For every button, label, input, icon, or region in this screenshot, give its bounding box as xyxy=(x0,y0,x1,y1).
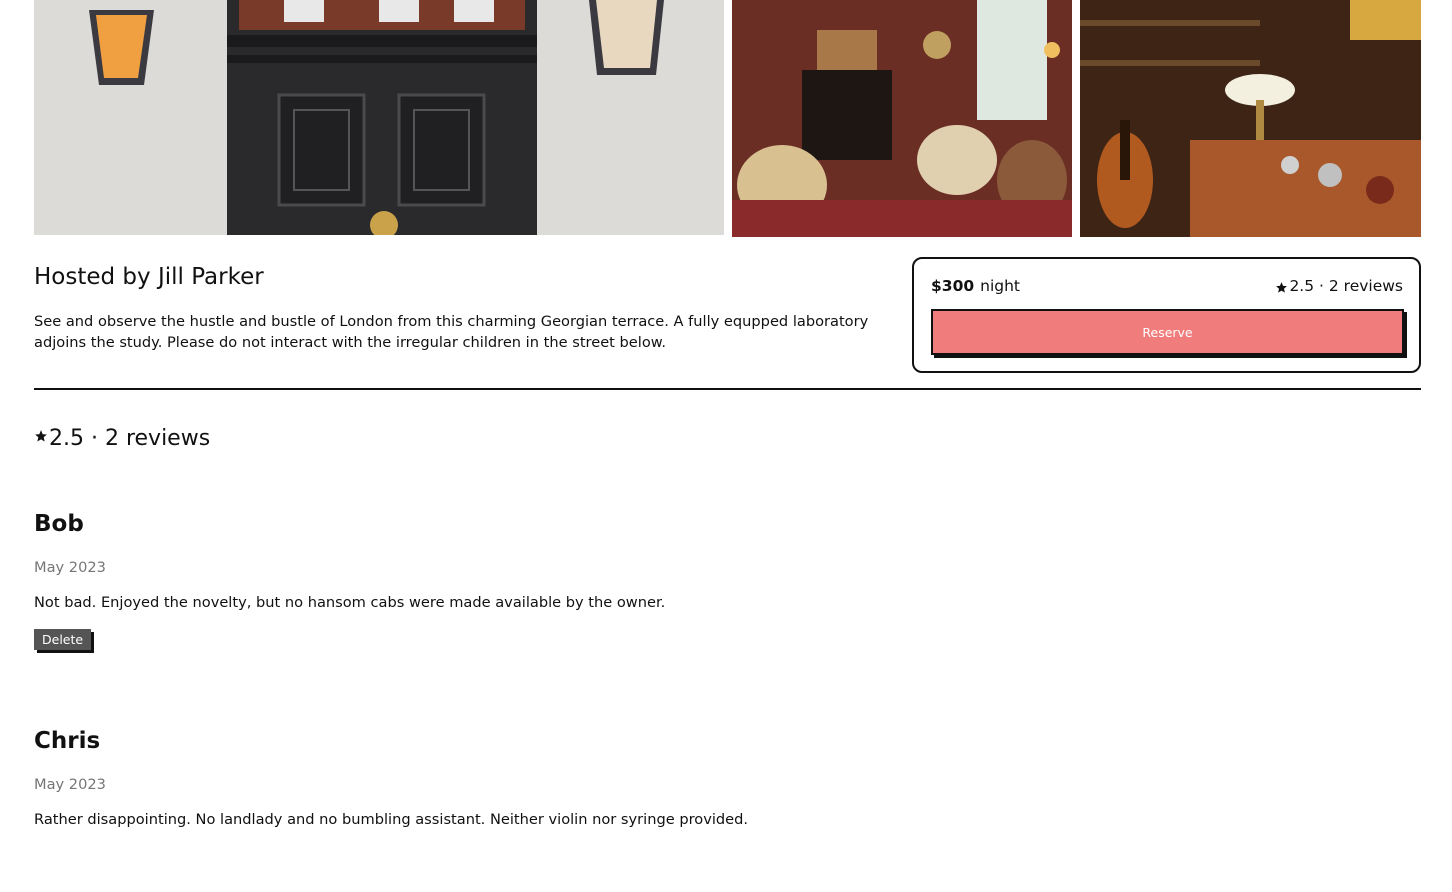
reserve-button[interactable]: Reserve xyxy=(931,309,1404,355)
review-date: May 2023 xyxy=(34,559,106,576)
reviews-summary: 2.5 · 2 reviews xyxy=(34,426,210,451)
star-icon xyxy=(1276,281,1288,293)
reviewer-name: Bob xyxy=(34,511,84,537)
gallery-photo-front-door[interactable] xyxy=(34,0,724,235)
booking-rating-text: 2.5 · 2 reviews xyxy=(1289,277,1403,295)
review-item: Chris May 2023 Rather disappointing. No … xyxy=(34,726,1034,828)
review-text: Not bad. Enjoyed the novelty, but no han… xyxy=(34,594,666,611)
gallery-photo-sitting-room[interactable] xyxy=(732,0,1072,237)
listing-description: See and observe the hustle and bustle of… xyxy=(34,313,869,351)
review-item: Bob May 2023 Not bad. Enjoyed the novelt… xyxy=(34,509,1034,650)
section-divider xyxy=(34,388,1421,390)
booking-rating: 2.5 · 2 reviews xyxy=(1275,277,1403,295)
listing-page: Hosted by Jill Parker See and observe th… xyxy=(0,0,1452,892)
review-date: May 2023 xyxy=(34,776,106,793)
reviews-summary-text: 2.5 · 2 reviews xyxy=(49,426,211,451)
star-icon xyxy=(35,429,47,442)
gallery-photo-laboratory[interactable] xyxy=(1080,0,1421,237)
review-text: Rather disappointing. No landlady and no… xyxy=(34,811,749,828)
booking-card: $300 night 2.5 · 2 reviews Reserve xyxy=(912,257,1421,373)
host-title: Hosted by Jill Parker xyxy=(34,264,264,290)
reviewer-name: Chris xyxy=(34,728,101,754)
delete-review-button[interactable]: Delete xyxy=(34,629,92,650)
price-amount: $300 xyxy=(931,277,975,295)
price-row: $300 night xyxy=(931,277,1020,295)
price-unit: night xyxy=(980,277,1021,295)
